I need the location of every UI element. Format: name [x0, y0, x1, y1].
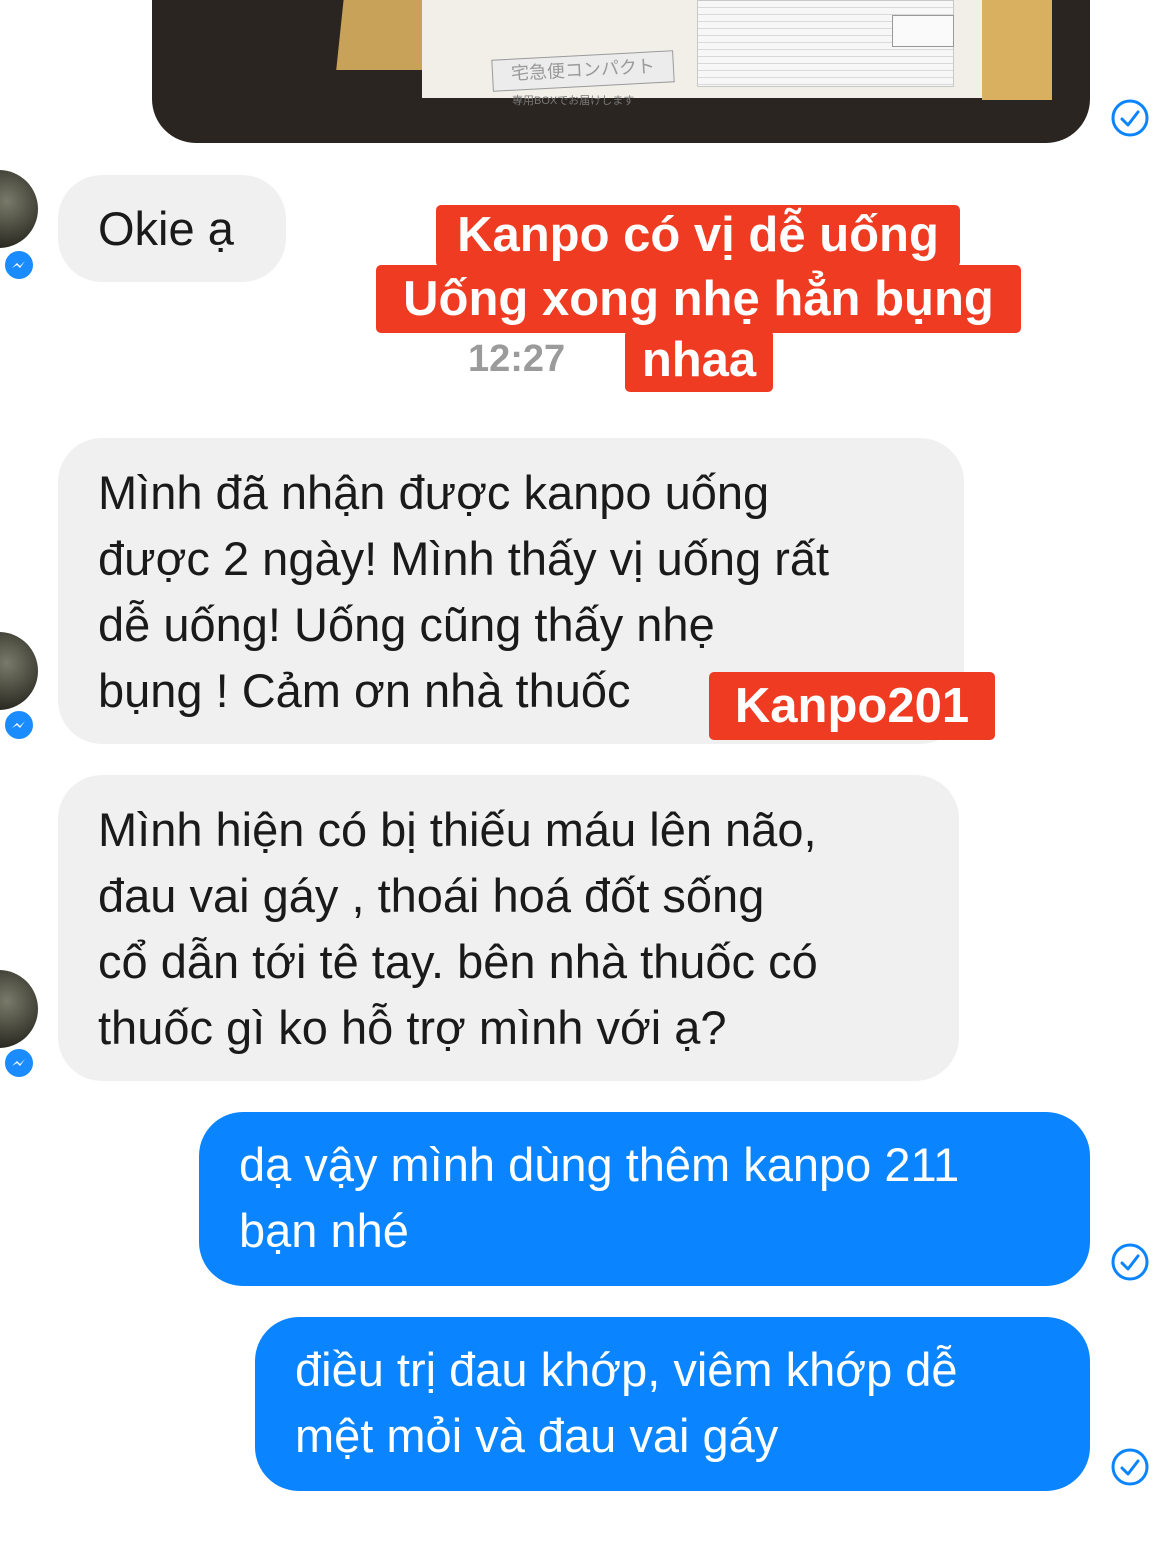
message-line: mệt mỏi và đau vai gáy — [295, 1409, 779, 1462]
message-text: Okie ạ — [98, 202, 234, 255]
messenger-icon — [2, 1046, 36, 1080]
check-circle-icon — [1111, 1448, 1149, 1486]
message-timestamp: 12:27 — [468, 338, 566, 380]
message-line: đau vai gáy , thoái hoá đốt sống — [98, 869, 765, 922]
image-attachment[interactable]: 宅急便コンパクト 専用BOXでお届けします — [152, 0, 1090, 143]
avatar[interactable] — [0, 970, 38, 1048]
message-bubble-outgoing[interactable]: điều trị đau khớp, viêm khớp dễ mệt mỏi … — [255, 1317, 1090, 1491]
message-line: dạ vậy mình dùng thêm kanpo 211 — [239, 1138, 960, 1191]
message-bubble-incoming[interactable]: Okie ạ — [58, 175, 286, 282]
overlay-caption-line: nhaa — [625, 330, 773, 392]
message-line: được 2 ngày! Mình thấy vị uống rất — [98, 532, 830, 585]
check-circle-icon — [1111, 99, 1149, 137]
message-line: bạn nhé — [239, 1204, 409, 1257]
message-line: Mình đã nhận được kanpo uống — [98, 466, 770, 519]
shipping-slip-box — [892, 15, 954, 47]
package-sublabel: 専用BOXでお届けします — [512, 95, 635, 107]
messenger-icon — [2, 248, 36, 282]
message-line: Mình hiện có bị thiếu máu lên não, — [98, 803, 817, 856]
message-bubble-incoming[interactable]: Mình hiện có bị thiếu máu lên não, đau v… — [58, 775, 959, 1081]
avatar[interactable] — [0, 170, 38, 248]
message-line: cổ dẫn tới tê tay. bên nhà thuốc có — [98, 935, 818, 988]
message-line: dễ uống! Uống cũng thấy nhẹ — [98, 598, 715, 651]
messenger-icon — [2, 708, 36, 742]
message-line: điều trị đau khớp, viêm khớp dễ — [295, 1343, 958, 1396]
message-bubble-outgoing[interactable]: dạ vậy mình dùng thêm kanpo 211 bạn nhé — [199, 1112, 1090, 1286]
check-circle-icon — [1111, 1243, 1149, 1281]
overlay-caption-line: Uống xong nhẹ hẳn bụng — [376, 265, 1021, 333]
brand-tag: Kanpo201 — [709, 672, 995, 740]
envelope-right — [982, 0, 1052, 100]
message-line: thuốc gì ko hỗ trợ mình với ạ? — [98, 1001, 727, 1054]
overlay-caption-line: Kanpo có vị dễ uống — [436, 205, 960, 267]
avatar[interactable] — [0, 632, 38, 710]
